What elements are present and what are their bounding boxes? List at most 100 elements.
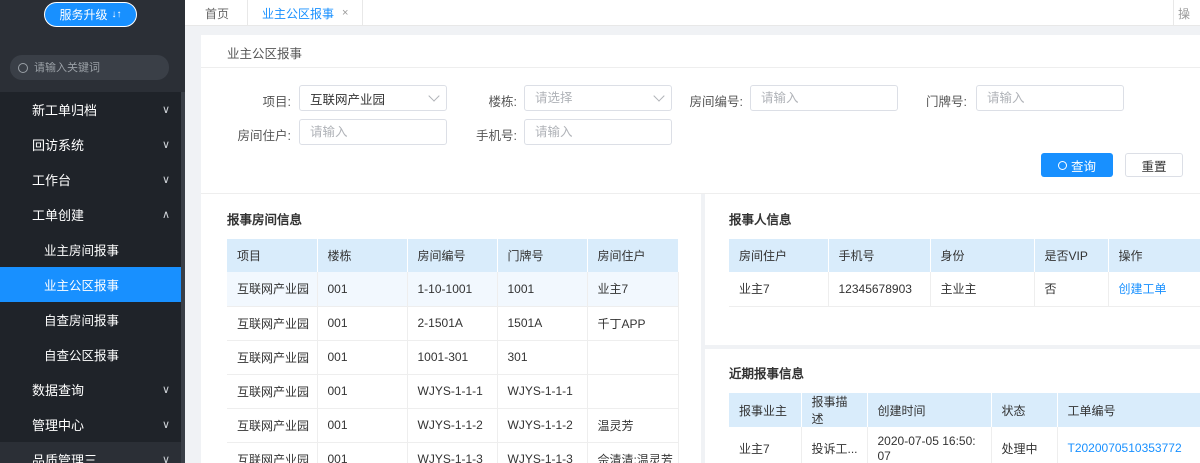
phone-field[interactable]: [535, 125, 661, 139]
table-cell: 业主7: [729, 272, 829, 307]
door-no-label: 门牌号:: [926, 95, 967, 109]
service-upgrade-button[interactable]: 服务升级 ↓↑: [44, 2, 137, 27]
column-header: 操作: [1108, 239, 1200, 272]
table-row[interactable]: 互联网产业园 001 1-10-1001 1001 业主7: [227, 272, 679, 307]
table-header-row: 报事业主 报事描述 创建时间 状态 工单编号: [729, 393, 1200, 427]
resident-field[interactable]: [310, 125, 436, 139]
table-cell: 业主7: [729, 427, 802, 463]
sidebar-scrollbar[interactable]: [181, 92, 185, 463]
reset-button[interactable]: 重置: [1125, 153, 1183, 177]
table-cell: WJYS-1-1-3: [407, 442, 498, 463]
sidebar-item-owner-public-report[interactable]: 业主公区报事: [0, 267, 185, 302]
sidebar-item-label: 业主公区报事: [44, 279, 120, 293]
column-header: 项目: [227, 239, 318, 272]
room-section-title: 报事房间信息: [227, 213, 303, 227]
table-header-row: 房间住户 手机号 身份 是否VIP 操作: [729, 239, 1200, 272]
search-button[interactable]: 查询: [1041, 153, 1113, 177]
table-cell: 处理中: [991, 427, 1058, 463]
search-icon: [18, 62, 28, 73]
tab-owner-public-report[interactable]: 业主公区报事 ×: [247, 0, 363, 26]
sidebar-item-data-query[interactable]: 数据查询 ∨: [0, 372, 185, 407]
table-cell: WJYS-1-1-2: [497, 408, 588, 443]
column-header: 房间住户: [729, 239, 829, 272]
project-value: 互联网产业园: [310, 92, 386, 107]
door-no-field[interactable]: [987, 91, 1113, 105]
building-select[interactable]: [524, 85, 672, 111]
create-order-link[interactable]: 创建工单: [1119, 282, 1167, 296]
sidebar-item-self-public-report[interactable]: 自查公区报事: [0, 337, 185, 372]
table-cell: 001: [317, 306, 408, 341]
table-cell: 创建工单: [1108, 272, 1200, 307]
reporter-table: 房间住户 手机号 身份 是否VIP 操作 业主7 12345678903 主业主…: [729, 239, 1200, 307]
table-cell: 否: [1034, 272, 1109, 307]
divider: [701, 194, 705, 463]
room-no-field[interactable]: [761, 91, 887, 105]
building-select-input[interactable]: [535, 91, 661, 105]
resident-label: 房间住户:: [237, 129, 291, 143]
table-cell: 互联网产业园: [227, 442, 318, 463]
sidebar: 服务升级 ↓↑ 新工单归档 ∨ 回访系统 ∨ 工作台 ∨ 工单创建 ∧ 业主房间…: [0, 0, 185, 463]
column-header: 工单编号: [1057, 393, 1200, 427]
order-number-link[interactable]: T2020070510353772: [1068, 441, 1182, 455]
sidebar-item-order-create[interactable]: 工单创建 ∧: [0, 197, 185, 232]
sidebar-item-management-center[interactable]: 管理中心 ∨: [0, 407, 185, 442]
room-no-input[interactable]: [750, 85, 898, 111]
column-header: 手机号: [828, 239, 931, 272]
chevron-down-icon: [428, 90, 440, 102]
table-row[interactable]: 互联网产业园 001 WJYS-1-1-3 WJYS-1-1-3 佘清清;温灵芳: [227, 442, 679, 463]
column-header: 房间编号: [407, 239, 498, 272]
chevron-down-icon: ∨: [162, 384, 171, 396]
table-cell: 互联网产业园: [227, 340, 318, 375]
sidebar-item-label: 管理中心: [32, 418, 85, 433]
reset-button-label: 重置: [1141, 159, 1167, 174]
sidebar-item-label: 新工单归档: [32, 103, 98, 118]
project-select[interactable]: 互联网产业园: [299, 85, 447, 111]
column-header: 门牌号: [497, 239, 588, 272]
table-cell: 001: [317, 272, 408, 307]
project-label: 项目:: [262, 95, 291, 109]
sidebar-item-label: 自查房间报事: [44, 314, 120, 328]
recent-table: 报事业主 报事描述 创建时间 状态 工单编号 业主7 投诉工... 2020-0…: [729, 393, 1200, 463]
sidebar-item-label: 自查公区报事: [44, 349, 120, 363]
sidebar-item-label: 工作台: [32, 173, 72, 188]
table-row[interactable]: 互联网产业园 001 WJYS-1-1-1 WJYS-1-1-1: [227, 374, 679, 409]
tab-home[interactable]: 首页: [205, 0, 229, 26]
table-cell: WJYS-1-1-1: [407, 374, 498, 409]
tab-label: 操: [1178, 6, 1191, 21]
sidebar-menu: 新工单归档 ∨ 回访系统 ∨ 工作台 ∨ 工单创建 ∧ 业主房间报事 业主公区报…: [0, 92, 185, 463]
table-row[interactable]: 互联网产业园 001 WJYS-1-1-2 WJYS-1-1-2 温灵芳: [227, 408, 679, 443]
table-cell: 互联网产业园: [227, 306, 318, 341]
table-cell: 佘清清;温灵芳: [587, 442, 679, 463]
tab-label: 业主公区报事: [262, 6, 335, 21]
table-cell: 互联网产业园: [227, 374, 318, 409]
column-header: 身份: [930, 239, 1035, 272]
table-row[interactable]: 互联网产业园 001 2-1501A 1501A 千丁APP: [227, 306, 679, 341]
resident-input[interactable]: [299, 119, 447, 145]
table-row[interactable]: 互联网产业园 001 1001-301 301: [227, 340, 679, 375]
table-cell: WJYS-1-1-2: [407, 408, 498, 443]
table-cell: 主业主: [930, 272, 1035, 307]
search-icon: [1057, 160, 1067, 170]
sidebar-item-self-room-report[interactable]: 自查房间报事: [0, 302, 185, 337]
tab-operations[interactable]: 操: [1173, 0, 1190, 26]
sidebar-item-label: 业主房间报事: [44, 244, 120, 258]
door-no-input[interactable]: [976, 85, 1124, 111]
search-button-label: 查询: [1070, 159, 1096, 174]
sidebar-item-callback-system[interactable]: 回访系统 ∨: [0, 127, 185, 162]
reporter-section-title: 报事人信息: [729, 213, 792, 227]
chevron-down-icon: ∨: [162, 454, 171, 463]
sidebar-item-owner-room-report[interactable]: 业主房间报事: [0, 232, 185, 267]
sidebar-item-quality-management[interactable]: 品质管理三 ∨: [0, 442, 185, 463]
service-upgrade-label: 服务升级: [59, 8, 108, 22]
divider: [201, 67, 1200, 68]
sidebar-item-new-order-archive[interactable]: 新工单归档 ∨: [0, 92, 185, 127]
tab-label: 首页: [205, 6, 230, 21]
phone-input[interactable]: [524, 119, 672, 145]
column-header: 房间住户: [587, 239, 679, 272]
sidebar-search-input[interactable]: [34, 61, 154, 74]
column-header: 创建时间: [867, 393, 992, 427]
room-no-label: 房间编号:: [689, 95, 743, 109]
sidebar-item-workbench[interactable]: 工作台 ∨: [0, 162, 185, 197]
sidebar-search: [10, 55, 169, 80]
close-icon[interactable]: ×: [342, 7, 348, 19]
